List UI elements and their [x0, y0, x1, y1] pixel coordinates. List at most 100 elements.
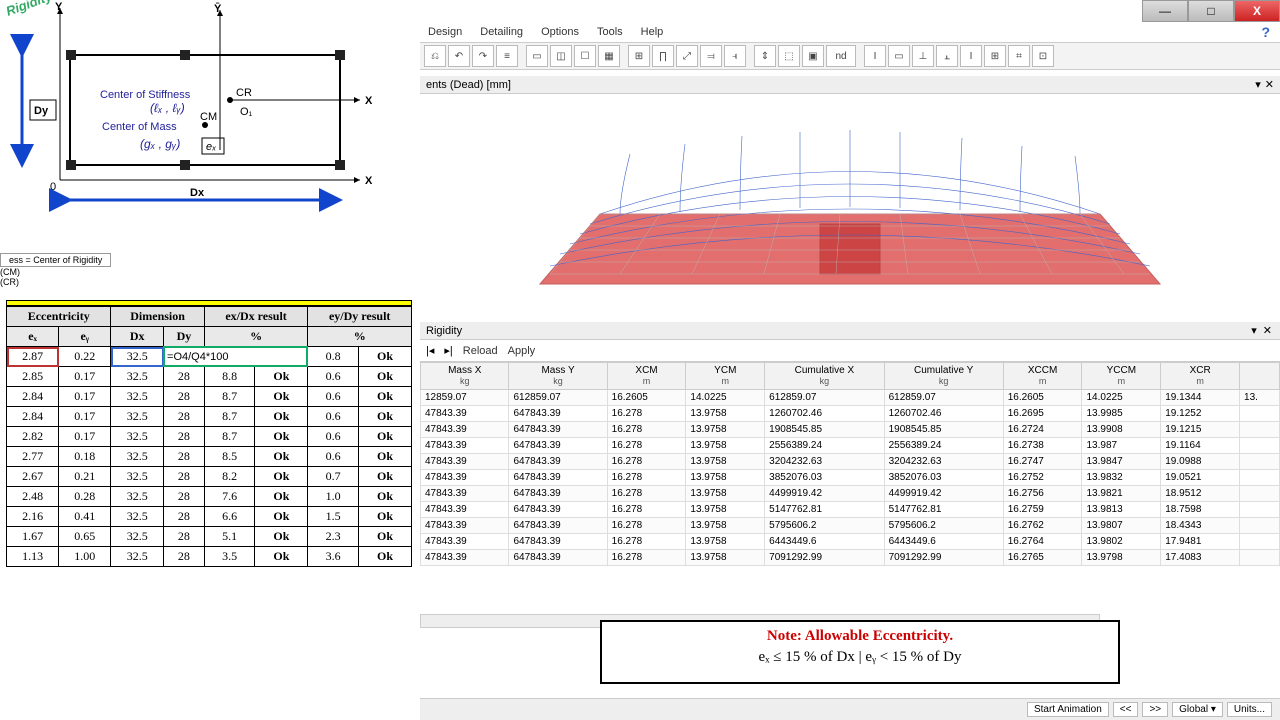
data-cell[interactable]: 647843.39: [509, 534, 607, 550]
data-cell[interactable]: 3852076.03: [884, 470, 1003, 486]
apply-button[interactable]: Apply: [508, 345, 536, 357]
cell[interactable]: 0.6: [308, 427, 359, 447]
cell[interactable]: 0.17: [59, 407, 111, 427]
data-cell[interactable]: 19.1164: [1161, 438, 1240, 454]
tool-button[interactable]: ↷: [472, 45, 494, 67]
tool-button[interactable]: I: [864, 45, 886, 67]
cell[interactable]: 2.67: [7, 467, 59, 487]
cell[interactable]: 32.5: [111, 367, 164, 387]
cell[interactable]: 28: [164, 467, 205, 487]
data-cell[interactable]: 5795606.2: [765, 518, 884, 534]
tool-button[interactable]: ⊞: [984, 45, 1006, 67]
cell[interactable]: Ok: [358, 547, 411, 567]
data-cell[interactable]: 6443449.6: [884, 534, 1003, 550]
cell[interactable]: 0.41: [59, 507, 111, 527]
data-cell[interactable]: 16.2752: [1003, 470, 1082, 486]
data-cell[interactable]: 16.2724: [1003, 422, 1082, 438]
data-cell[interactable]: 13.987: [1082, 438, 1161, 454]
data-cell[interactable]: 16.278: [607, 454, 686, 470]
data-cell[interactable]: 13.9758: [686, 454, 765, 470]
data-cell[interactable]: 16.2605: [1003, 390, 1082, 406]
data-cell[interactable]: 647843.39: [509, 502, 607, 518]
tool-button[interactable]: ◫: [550, 45, 572, 67]
cell[interactable]: Ok: [358, 407, 411, 427]
col-header[interactable]: XCMm: [607, 363, 686, 390]
cell[interactable]: 2.82: [7, 427, 59, 447]
col-header[interactable]: Cumulative Ykg: [884, 363, 1003, 390]
data-cell[interactable]: 13.9758: [686, 486, 765, 502]
tool-button[interactable]: ⫤: [700, 45, 722, 67]
col-header[interactable]: YCCMm: [1082, 363, 1161, 390]
tool-button[interactable]: ⫠: [936, 45, 958, 67]
data-cell[interactable]: 1260702.46: [884, 406, 1003, 422]
cell[interactable]: Ok: [255, 527, 308, 547]
play-icon[interactable]: ▸|: [444, 344, 452, 357]
data-cell[interactable]: [1240, 454, 1280, 470]
data-cell[interactable]: [1240, 502, 1280, 518]
cell[interactable]: 2.87: [7, 347, 59, 367]
cell[interactable]: 0.17: [59, 367, 111, 387]
data-cell[interactable]: 13.9807: [1082, 518, 1161, 534]
data-cell[interactable]: 5147762.81: [884, 502, 1003, 518]
tool-button[interactable]: ∏: [652, 45, 674, 67]
data-cell[interactable]: 5147762.81: [765, 502, 884, 518]
data-cell[interactable]: 12859.07: [421, 390, 509, 406]
data-cell[interactable]: 19.0988: [1161, 454, 1240, 470]
data-cell[interactable]: [1240, 534, 1280, 550]
data-cell[interactable]: 14.0225: [1082, 390, 1161, 406]
data-cell[interactable]: 647843.39: [509, 470, 607, 486]
data-cell[interactable]: 13.9847: [1082, 454, 1161, 470]
data-cell[interactable]: 612859.07: [509, 390, 607, 406]
minimize-button[interactable]: —: [1142, 0, 1188, 22]
cell[interactable]: 32.5: [111, 487, 164, 507]
cell[interactable]: 2.84: [7, 407, 59, 427]
data-cell[interactable]: [1240, 470, 1280, 486]
tool-button[interactable]: ≡: [496, 45, 518, 67]
tool-button[interactable]: ⫣: [724, 45, 746, 67]
cell[interactable]: 1.13: [7, 547, 59, 567]
data-cell[interactable]: [1240, 550, 1280, 566]
data-cell[interactable]: 47843.39: [421, 422, 509, 438]
next-button[interactable]: >>: [1142, 702, 1168, 717]
cell[interactable]: 28: [164, 407, 205, 427]
data-cell[interactable]: [1240, 486, 1280, 502]
cell[interactable]: 32.5: [111, 507, 164, 527]
data-cell[interactable]: 47843.39: [421, 534, 509, 550]
col-header[interactable]: [1240, 363, 1280, 390]
data-cell[interactable]: 4499919.42: [765, 486, 884, 502]
data-cell[interactable]: 16.278: [607, 502, 686, 518]
cell[interactable]: 8.7: [204, 407, 255, 427]
data-cell[interactable]: 16.2747: [1003, 454, 1082, 470]
tool-button[interactable]: ⎌: [424, 45, 446, 67]
cell[interactable]: Ok: [358, 367, 411, 387]
cell[interactable]: 32.5: [111, 467, 164, 487]
data-cell[interactable]: 47843.39: [421, 518, 509, 534]
cell[interactable]: 8.7: [204, 427, 255, 447]
tool-button[interactable]: I: [960, 45, 982, 67]
data-cell[interactable]: 647843.39: [509, 486, 607, 502]
cell[interactable]: 0.6: [308, 407, 359, 427]
data-cell[interactable]: 16.278: [607, 486, 686, 502]
col-header[interactable]: Mass Xkg: [421, 363, 509, 390]
cell[interactable]: 3.6: [308, 547, 359, 567]
rigidity-table[interactable]: Mass XkgMass YkgXCMmYCMmCumulative XkgCu…: [420, 362, 1280, 614]
data-cell[interactable]: 13.9758: [686, 422, 765, 438]
cell[interactable]: 3.5: [204, 547, 255, 567]
data-cell[interactable]: 13.: [1240, 390, 1280, 406]
data-cell[interactable]: 13.9798: [1082, 550, 1161, 566]
data-cell[interactable]: 16.278: [607, 518, 686, 534]
cell[interactable]: 28: [164, 367, 205, 387]
cell[interactable]: 2.16: [7, 507, 59, 527]
cell[interactable]: Ok: [255, 407, 308, 427]
cell[interactable]: 0.6: [308, 367, 359, 387]
data-cell[interactable]: 16.2738: [1003, 438, 1082, 454]
data-cell[interactable]: 7091292.99: [884, 550, 1003, 566]
menu-options[interactable]: Options: [541, 26, 579, 38]
cell[interactable]: 32.5: [111, 547, 164, 567]
prev-button[interactable]: <<: [1113, 702, 1139, 717]
menu-tools[interactable]: Tools: [597, 26, 623, 38]
cell[interactable]: 0.6: [308, 387, 359, 407]
cell[interactable]: 8.7: [204, 387, 255, 407]
data-cell[interactable]: 13.9832: [1082, 470, 1161, 486]
cell[interactable]: 0.65: [59, 527, 111, 547]
